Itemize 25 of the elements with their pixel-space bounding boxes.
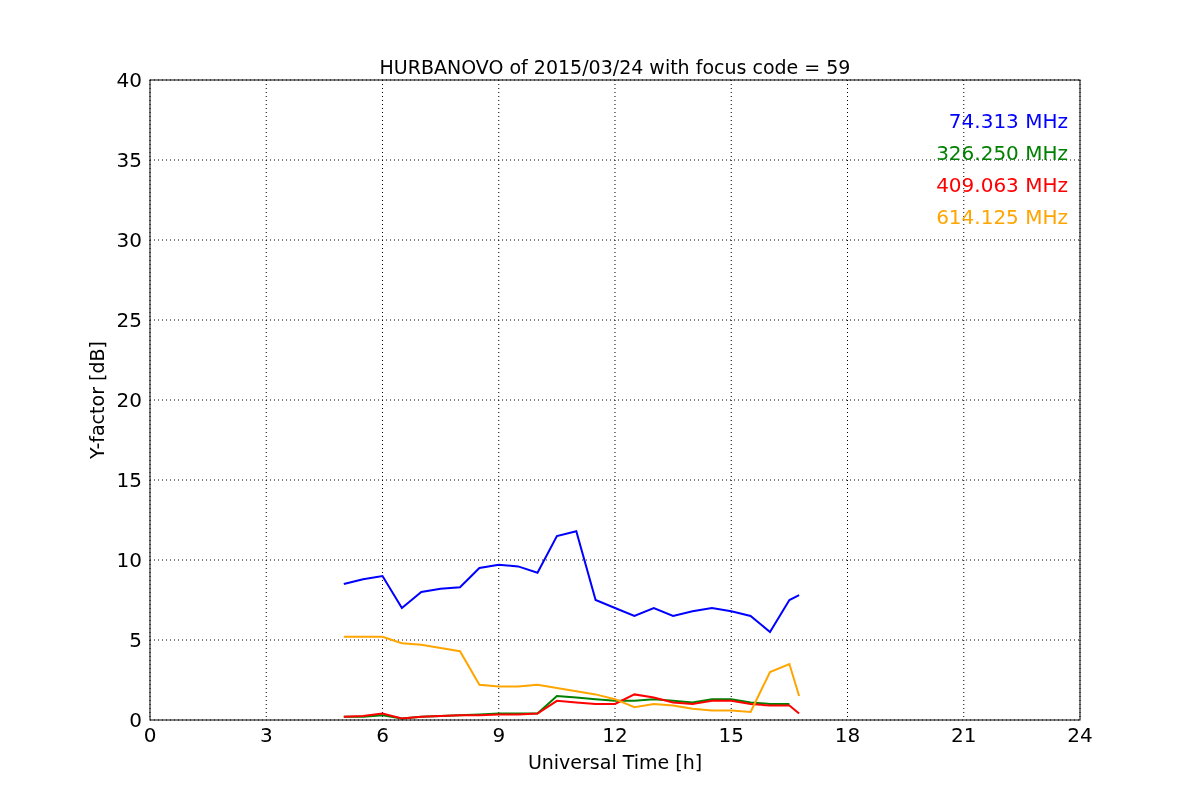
x-tick-label: 0 bbox=[143, 723, 157, 747]
y-tick-label: 35 bbox=[116, 148, 142, 172]
x-tick-label: 9 bbox=[492, 723, 506, 747]
y-tick-label: 15 bbox=[116, 468, 142, 492]
x-axis-title: Universal Time [h] bbox=[527, 751, 703, 773]
legend-label: 614.125 MHz bbox=[936, 205, 1068, 229]
y-tick-label: 5 bbox=[129, 628, 142, 652]
y-tick-label: 25 bbox=[116, 308, 142, 332]
y-tick-label: 30 bbox=[116, 228, 142, 252]
y-tick-label: 0 bbox=[129, 708, 142, 732]
y-axis-title: Y-factor [dB] bbox=[86, 341, 108, 459]
legend-label: 74.313 MHz bbox=[948, 109, 1068, 133]
x-tick-label: 15 bbox=[718, 723, 744, 747]
legend-label: 409.063 MHz bbox=[936, 173, 1068, 197]
legend-label: 326.250 MHz bbox=[936, 141, 1068, 165]
y-tick-label: 10 bbox=[116, 548, 142, 572]
x-tick-label: 18 bbox=[834, 723, 861, 747]
x-tick-label: 21 bbox=[951, 723, 977, 747]
x-tick-label: 6 bbox=[376, 723, 389, 747]
x-tick-label: 24 bbox=[1067, 723, 1093, 747]
chart-title: HURBANOVO of 2015/03/24 with focus code = 59 bbox=[379, 56, 851, 78]
y-tick-label: 40 bbox=[116, 68, 142, 92]
x-tick-label: 3 bbox=[259, 723, 273, 747]
x-tick-label: 12 bbox=[602, 723, 628, 747]
y-tick-label: 20 bbox=[116, 388, 142, 412]
